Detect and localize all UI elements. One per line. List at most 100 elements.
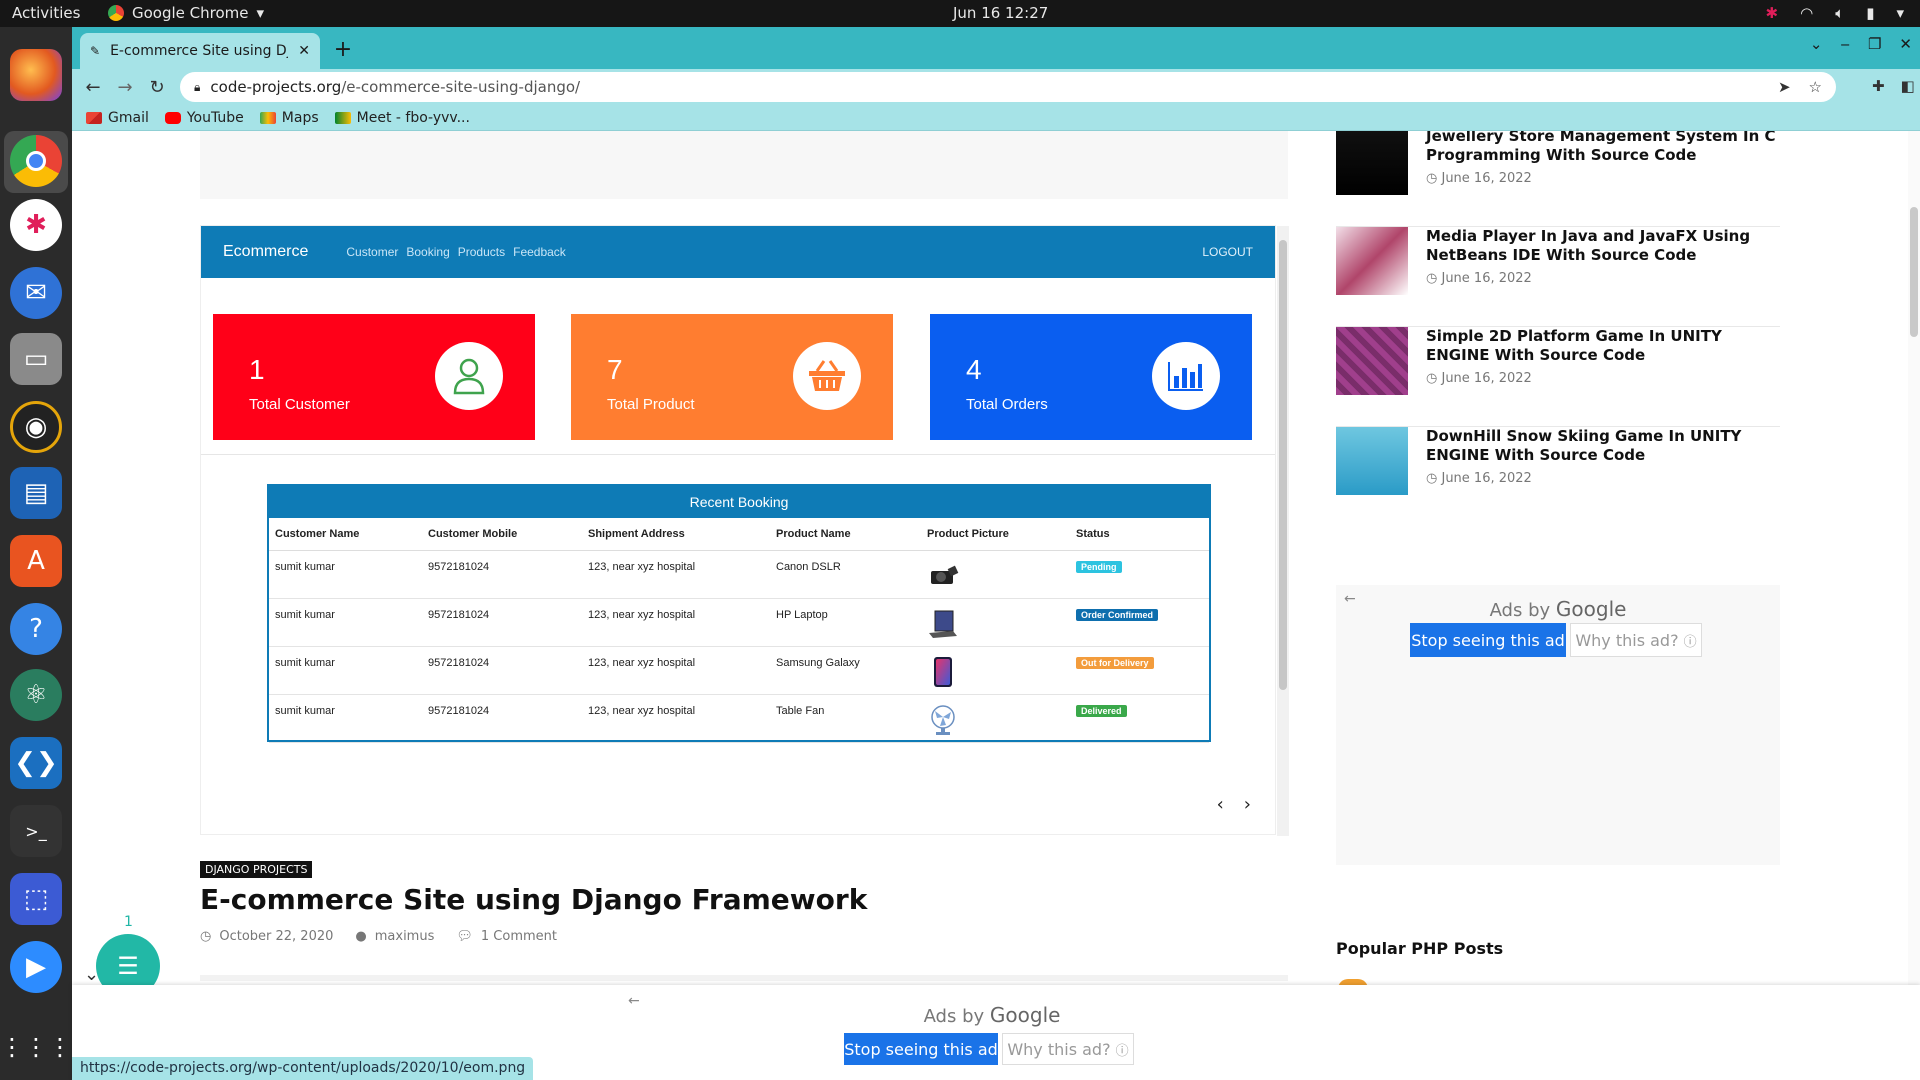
stop-seeing-ad-button[interactable]: Stop seeing this ad xyxy=(1410,623,1566,657)
post-thumbnail[interactable] xyxy=(1336,327,1408,395)
close-window-icon[interactable]: ✕ xyxy=(1899,35,1912,53)
writer-icon[interactable]: ▤ xyxy=(10,467,62,519)
why-this-ad-button[interactable]: Why this ad? ⓘ xyxy=(1570,623,1702,657)
col-product-name: Product Name xyxy=(770,518,921,551)
screenshot-icon[interactable]: ⬚ xyxy=(10,873,62,925)
chrome-dock-icon[interactable] xyxy=(10,135,62,187)
extensions-icon[interactable]: ✚ xyxy=(1872,77,1885,97)
post-thumbnail[interactable] xyxy=(1336,131,1408,195)
bookmark-meet[interactable]: Meet - fbo-yvv... xyxy=(334,110,470,126)
bookmark-gmail[interactable]: Gmail xyxy=(86,110,149,126)
scrollbar-thumb[interactable] xyxy=(1279,240,1287,690)
zoom-icon[interactable]: ▶ xyxy=(10,941,62,993)
category-badge[interactable]: DJANGO PROJECTS xyxy=(200,861,313,878)
side-panel-icon[interactable]: ◧ xyxy=(1901,77,1915,97)
col-status: Status xyxy=(1070,518,1209,551)
col-customer-name: Customer Name xyxy=(269,518,422,551)
card-label: Total Product xyxy=(607,396,695,413)
restore-icon[interactable]: ❐ xyxy=(1868,35,1881,53)
activities-button[interactable]: Activities xyxy=(12,4,80,22)
sidebar-post[interactable]: Media Player In Java and JavaFX Using Ne… xyxy=(1336,227,1780,327)
card-number: 1 xyxy=(249,354,265,385)
basket-icon xyxy=(793,342,861,410)
scrollbar-thumb[interactable] xyxy=(1910,207,1918,337)
tab-title: E-commerce Site using Dj xyxy=(110,43,289,59)
reload-icon[interactable]: ↻ xyxy=(144,75,170,99)
bookmarks-bar: Gmail YouTube Maps Meet - fbo-yvv... xyxy=(72,105,1920,131)
rhythmbox-icon[interactable]: ◉ xyxy=(10,401,62,453)
nav-products: Products xyxy=(457,245,506,259)
firefox-icon[interactable] xyxy=(10,49,62,101)
chevron-down-icon[interactable]: ⌄ xyxy=(84,964,99,985)
sidebar-post[interactable]: Simple 2D Platform Game In UNITY ENGINE … xyxy=(1336,327,1780,427)
cell-picture xyxy=(921,646,1070,695)
image-scrollbar[interactable] xyxy=(1277,226,1289,836)
minimize-icon[interactable]: ‒ xyxy=(1840,35,1850,53)
clock[interactable]: Jun 16 12:27 xyxy=(953,4,1048,22)
nav-booking: Booking xyxy=(406,245,450,259)
post-thumbnail[interactable] xyxy=(1336,227,1408,295)
gmail-icon xyxy=(86,111,102,124)
bookmark-youtube[interactable]: YouTube xyxy=(164,110,244,126)
table-row: sumit kumar 9572181024 123, near xyz hos… xyxy=(269,598,1209,647)
cell-product: HP Laptop xyxy=(770,598,921,647)
volume-icon: 🔈︎ xyxy=(1835,4,1845,22)
table-row: sumit kumar 9572181024 123, near xyz hos… xyxy=(269,550,1209,599)
page-viewport: Ecommerce Customer Booking Products Feed… xyxy=(72,131,1920,1080)
ads-by-google: Ads by Google xyxy=(1489,597,1627,621)
project-screenshot[interactable]: Ecommerce Customer Booking Products Feed… xyxy=(200,225,1289,836)
sidebar-post-title[interactable]: Media Player In Java and JavaFX Using Ne… xyxy=(1426,227,1780,265)
ads-by-google: Ads by Google xyxy=(923,1003,1061,1027)
cell-status: Delivered xyxy=(1070,694,1209,743)
page-scrollbar[interactable] xyxy=(1908,131,1920,1080)
content-placeholder xyxy=(200,131,1288,199)
vscode-icon[interactable]: ❮❯ xyxy=(10,737,62,789)
why-this-ad-button[interactable]: Why this ad? ⓘ xyxy=(1002,1033,1134,1065)
stop-seeing-ad-button[interactable]: Stop seeing this ad xyxy=(844,1033,998,1065)
close-icon[interactable]: ✕ xyxy=(298,43,310,59)
sidebar-post[interactable]: Jewellery Store Management System In C P… xyxy=(1336,131,1780,227)
atom-icon[interactable]: ⚛ xyxy=(10,669,62,721)
post-thumbnail[interactable] xyxy=(1336,427,1408,495)
lock-icon[interactable]: 🔒︎ xyxy=(194,80,200,95)
phone-icon xyxy=(927,656,959,687)
cell-address: 123, near xyz hospital xyxy=(582,646,770,695)
bookmark-maps[interactable]: Maps xyxy=(259,110,319,126)
help-icon[interactable]: ? xyxy=(10,603,62,655)
send-icon[interactable]: ➤ xyxy=(1778,78,1791,96)
app-menu[interactable]: Google Chrome ▾ xyxy=(108,4,264,22)
back-icon[interactable]: ← xyxy=(80,75,106,99)
cell-customer: sumit kumar xyxy=(269,550,422,599)
tab-search-icon[interactable]: ⌄ xyxy=(1810,35,1823,53)
tab-strip: ✎ E-commerce Site using Dj ✕ + ⌄ ‒ ❐ ✕ xyxy=(72,27,1920,69)
address-bar[interactable]: 🔒︎ code-projects.org/e-commerce-site-usi… xyxy=(180,72,1836,102)
post-comments[interactable]: 💬︎ 1 Comment xyxy=(456,929,557,944)
star-icon[interactable]: ☆ xyxy=(1809,78,1822,96)
post-date: ◷ October 22, 2020 xyxy=(200,929,334,944)
sidebar-post-title[interactable]: Simple 2D Platform Game In UNITY ENGINE … xyxy=(1426,327,1780,365)
show-apps-icon[interactable]: ⋮⋮⋮ xyxy=(0,1021,72,1073)
tab-ecommerce[interactable]: ✎ E-commerce Site using Dj ✕ xyxy=(80,33,320,69)
cell-mobile: 9572181024 xyxy=(422,646,582,695)
chevron-right-icon[interactable]: › xyxy=(1244,794,1251,815)
dock: ✱ ✉ ▭ ◉ ▤ A ? ⚛ ❮❯ >_ ⬚ ▶ ⋮⋮⋮ xyxy=(0,27,72,1080)
new-tab-button[interactable]: + xyxy=(328,35,358,63)
sidebar-post-date: ◷ June 16, 2022 xyxy=(1426,471,1532,486)
chevron-left-icon[interactable]: ‹ xyxy=(1217,794,1224,815)
software-center-icon[interactable]: A xyxy=(10,535,62,587)
post-author[interactable]: ● maximus xyxy=(355,929,434,944)
sidebar-post-title[interactable]: DownHill Snow Skiing Game In UNITY ENGIN… xyxy=(1426,427,1780,465)
system-tray[interactable]: ✱ ◠ 🔈︎ ▮ ▾ xyxy=(1766,4,1904,22)
system-top-bar: Activities Google Chrome ▾ Jun 16 12:27 … xyxy=(0,0,1920,27)
slack-icon[interactable]: ✱ xyxy=(10,199,62,251)
sidebar-post-date: ◷ June 16, 2022 xyxy=(1426,371,1532,386)
thunderbird-icon[interactable]: ✉ xyxy=(10,267,62,319)
sidebar-post[interactable]: DownHill Snow Skiing Game In UNITY ENGIN… xyxy=(1336,427,1780,527)
files-icon[interactable]: ▭ xyxy=(10,333,62,385)
table-row: sumit kumar 9572181024 123, near xyz hos… xyxy=(269,694,1209,743)
chat-icon: ☰ xyxy=(117,952,139,980)
forward-icon[interactable]: → xyxy=(112,75,138,99)
booking-title: Recent Booking xyxy=(269,486,1209,518)
sidebar-post-title[interactable]: Jewellery Store Management System In C P… xyxy=(1426,131,1780,165)
terminal-icon[interactable]: >_ xyxy=(10,805,62,857)
